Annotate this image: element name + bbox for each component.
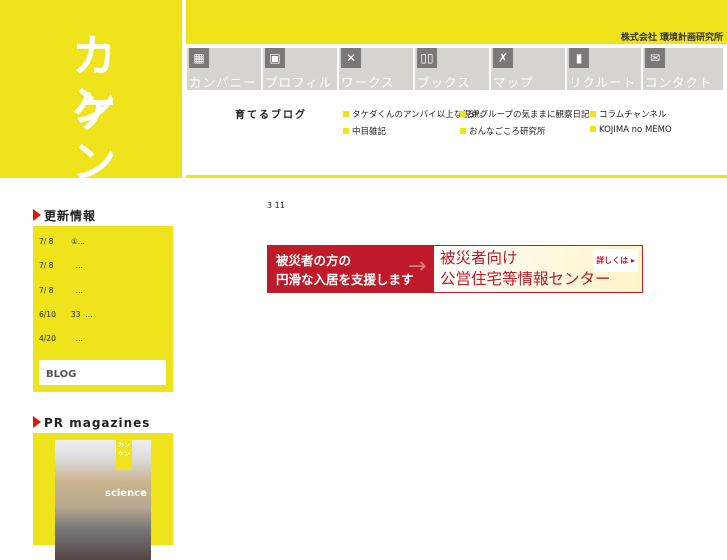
arrow-icon: → bbox=[408, 254, 427, 279]
nav-tab-2[interactable]: ✕ ワークス bbox=[339, 48, 413, 90]
news-heading: 更新情報 bbox=[33, 207, 96, 224]
blog-link[interactable]: おんなごころ研究所 bbox=[460, 125, 546, 137]
blog-section-title: 育てるブログ bbox=[235, 110, 307, 121]
banner-right-line2: 公営住宅等情報センター bbox=[440, 270, 611, 288]
news-text: ... bbox=[71, 286, 83, 295]
news-heading-text: 更新情報 bbox=[44, 209, 97, 223]
blog-button[interactable]: BLOG bbox=[39, 360, 166, 385]
news-text: ①... bbox=[71, 237, 85, 246]
building-icon: ▦ bbox=[189, 48, 209, 68]
nav-tab-5[interactable]: ▮ リクルート bbox=[567, 48, 641, 90]
magazine-cover[interactable]: カンケン science bbox=[55, 440, 151, 560]
news-text: ... bbox=[71, 261, 83, 270]
news-item[interactable]: 4/20 ... bbox=[39, 334, 83, 343]
blog-link[interactable]: 中目雑記 bbox=[343, 125, 386, 137]
magazine-badge: カンケン bbox=[116, 440, 132, 470]
news-box: 7/ 8 ①... 7/ 8 ... 7/ 8 ... 6/10 33 ... 4/… bbox=[33, 226, 173, 392]
nav-tab-1[interactable]: ▣ プロフィル bbox=[263, 48, 337, 90]
news-date: 4/20 bbox=[39, 334, 56, 343]
pr-heading: PR magazines bbox=[33, 416, 150, 430]
news-text: ... bbox=[71, 334, 83, 343]
housing-info-banner[interactable]: 被災者の方の 円滑な入居を支援します → 被災者向け 公営住宅等情報センター 詳しく… bbox=[267, 245, 643, 293]
nav-tab-label: コンタクト bbox=[645, 75, 713, 90]
nav-tab-3[interactable]: ▯▯ ブックス bbox=[415, 48, 489, 90]
nav-tab-4[interactable]: ✗ マップ bbox=[491, 48, 565, 90]
details-link[interactable]: 詳しくは ▸ bbox=[593, 249, 638, 272]
news-item[interactable]: 7/ 8 ... bbox=[39, 286, 83, 295]
nav-tab-label: ワークス bbox=[341, 75, 395, 90]
triangle-icon bbox=[33, 209, 41, 221]
triangle-icon bbox=[33, 416, 41, 428]
news-date: 7/ 8 bbox=[39, 237, 54, 246]
nav-tab-label: プロフィル bbox=[265, 75, 333, 90]
news-date: 7/ 8 bbox=[39, 261, 54, 270]
nav-tab-label: マップ bbox=[493, 75, 534, 90]
map-icon: ✗ bbox=[493, 48, 513, 68]
news-date: 6/10 bbox=[39, 310, 56, 319]
header-divider bbox=[186, 175, 727, 178]
nav-tab-label: ブックス bbox=[417, 75, 471, 90]
nav-tab-label: リクルート bbox=[569, 75, 637, 90]
nav-tab-6[interactable]: ✉ コンタクト bbox=[643, 48, 723, 90]
news-date: 7/ 8 bbox=[39, 286, 54, 295]
profile-icon: ▣ bbox=[265, 48, 285, 68]
pr-heading-text: PR magazines bbox=[44, 416, 151, 430]
nav-tab-0[interactable]: ▦ カンパニー bbox=[187, 48, 261, 90]
nav-tab-label: カンパニー bbox=[189, 75, 257, 90]
top-bar: 株式会社 環境計画研究所 bbox=[186, 0, 727, 44]
mail-icon: ✉ bbox=[645, 48, 665, 68]
news-item[interactable]: 7/ 8 ①... bbox=[39, 237, 85, 246]
logo-text-line2: ケン bbox=[72, 87, 122, 188]
pr-box: カンケン science bbox=[33, 433, 173, 560]
banner-right: 被災者向け 公営住宅等情報センター 詳しくは ▸ bbox=[434, 246, 642, 292]
logo[interactable]: カン ケン bbox=[0, 0, 182, 188]
tools-icon: ✕ bbox=[341, 48, 361, 68]
company-name: 株式会社 環境計画研究所 bbox=[620, 33, 723, 43]
blog-link[interactable]: コラムチャンネル bbox=[590, 108, 667, 120]
news-item[interactable]: 7/ 8 ... bbox=[39, 261, 83, 270]
magazine-title: science bbox=[105, 488, 147, 499]
tie-icon: ▮ bbox=[569, 48, 589, 68]
main-heading: 3 11 bbox=[267, 201, 285, 210]
book-icon: ▯▯ bbox=[417, 48, 437, 68]
news-item[interactable]: 6/10 33 ... bbox=[39, 310, 92, 319]
blog-link[interactable]: KOJIMA no MEMO bbox=[590, 125, 672, 135]
news-text: 33 ... bbox=[71, 310, 93, 319]
blog-link[interactable]: SPグループの気ままに観察日記 bbox=[460, 108, 590, 120]
